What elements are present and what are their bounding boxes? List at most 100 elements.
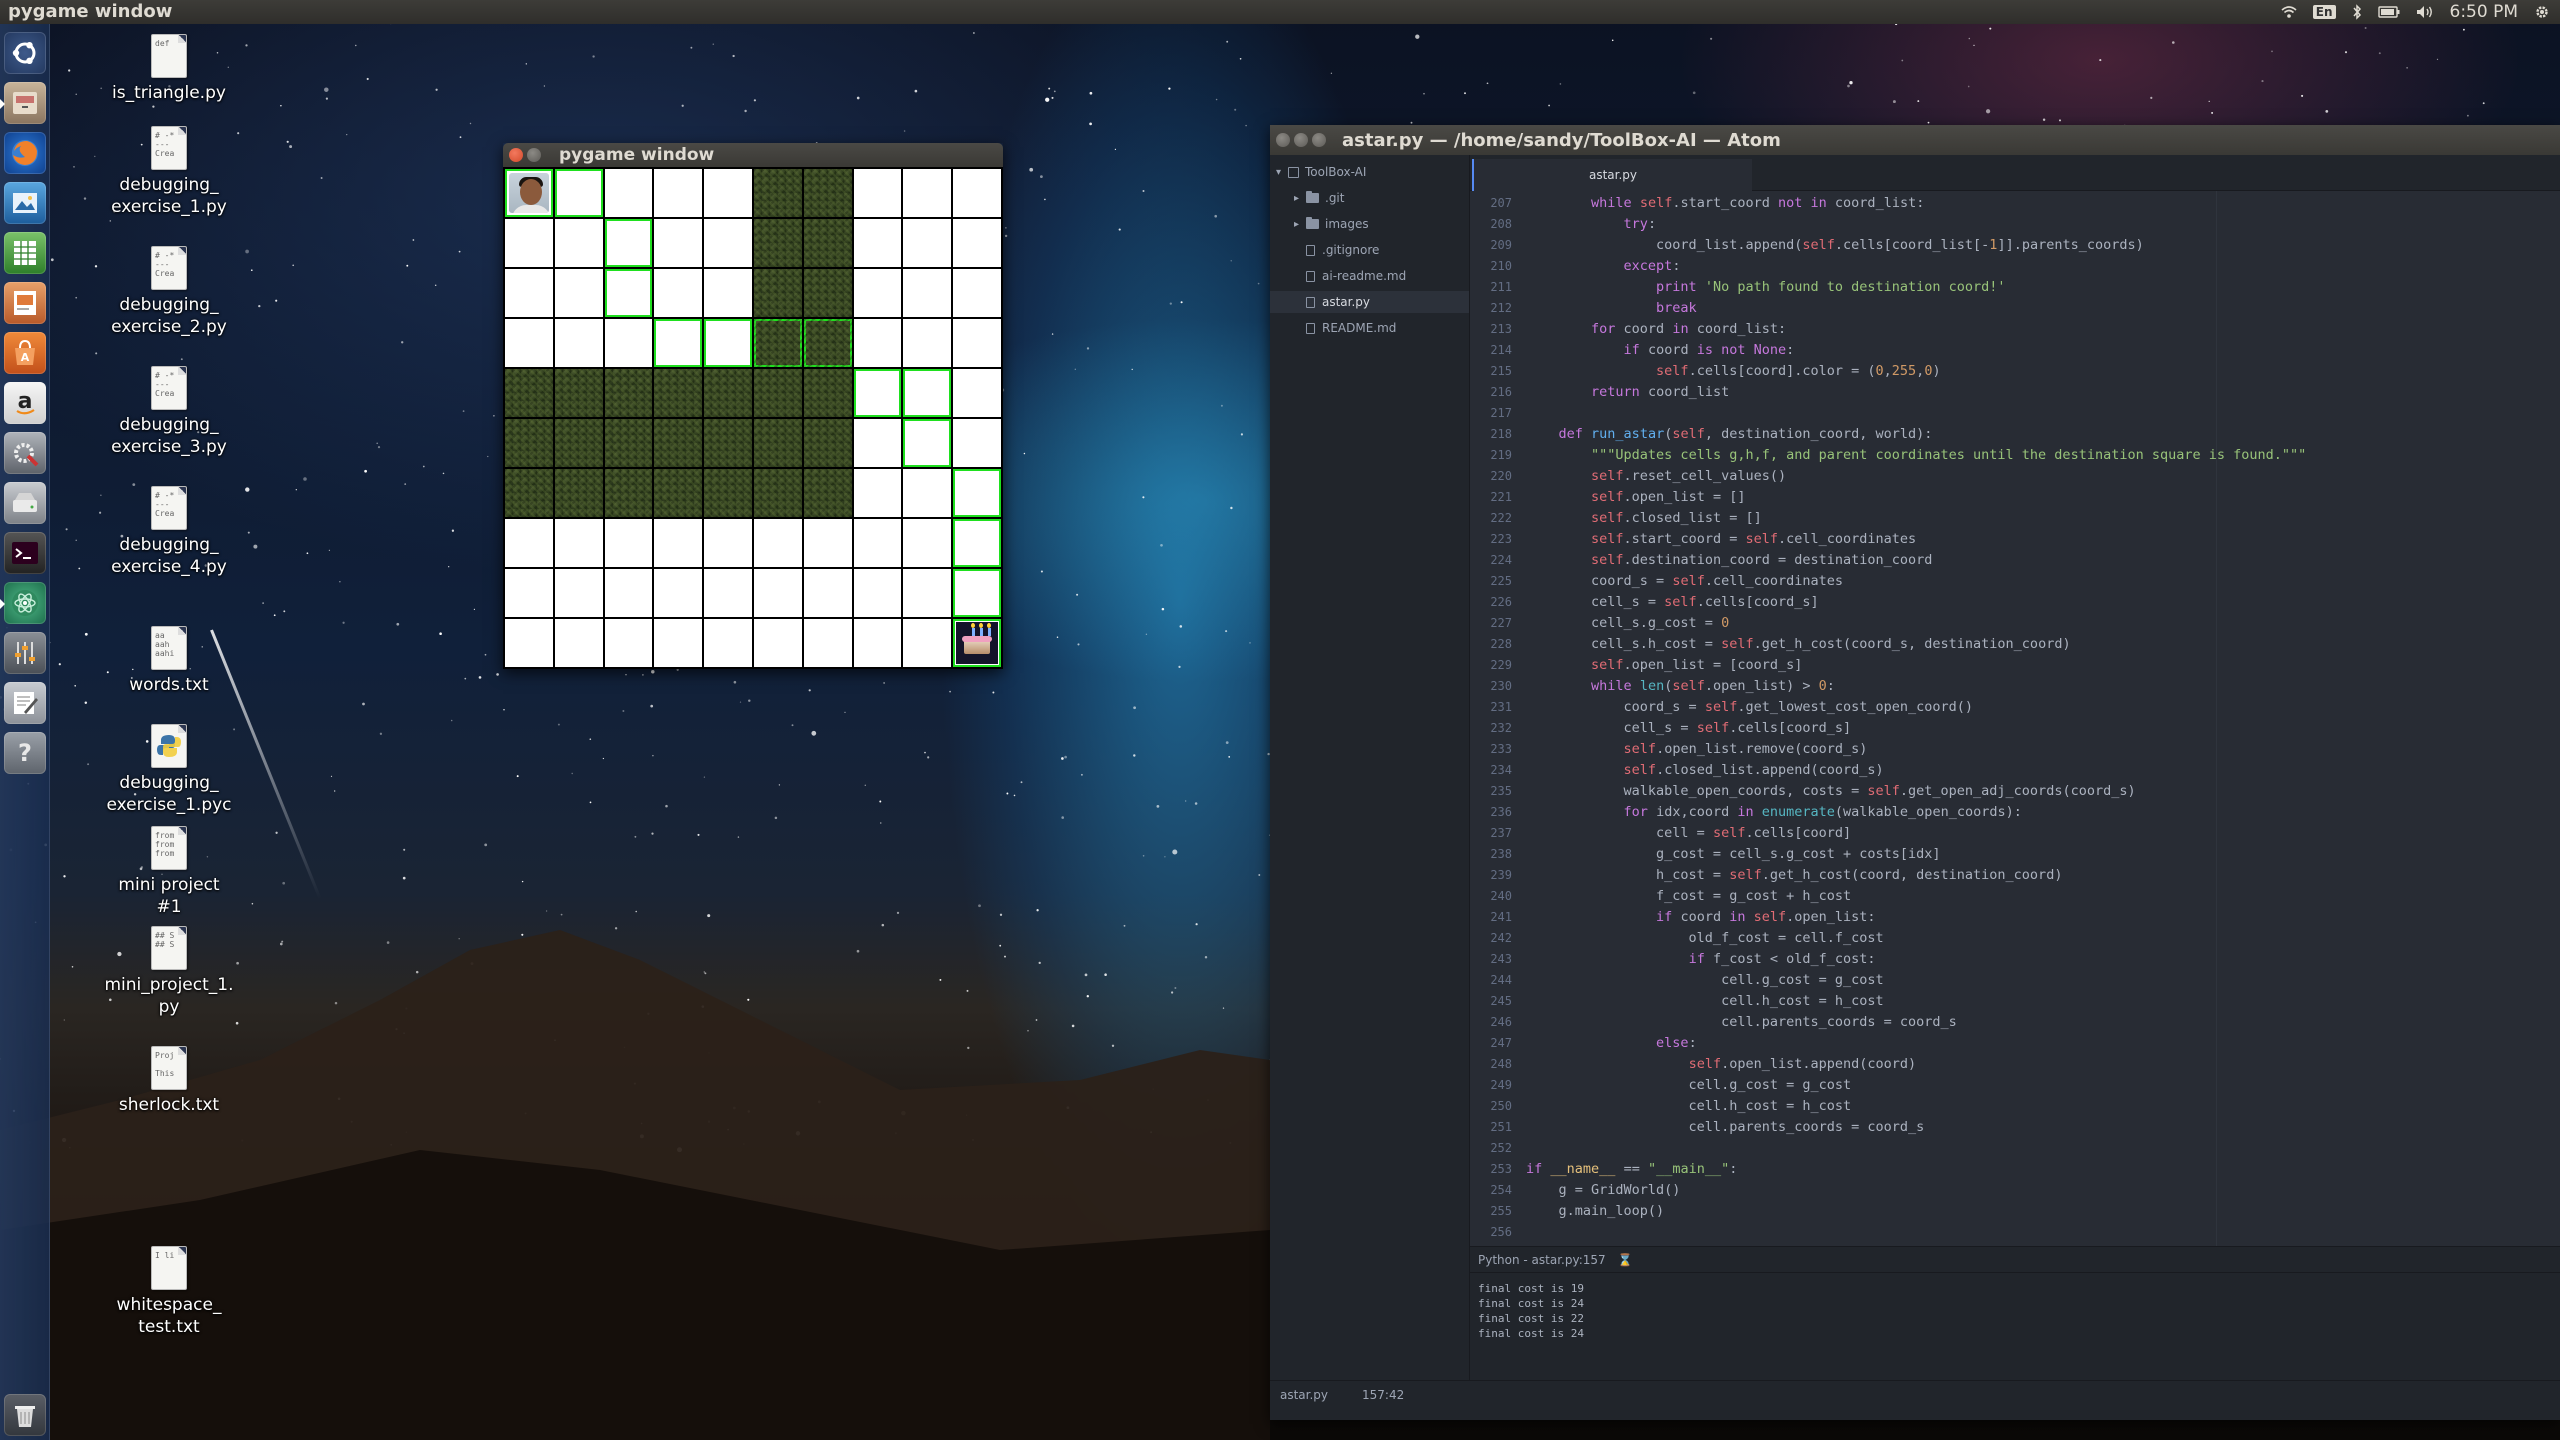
- path-cell[interactable]: [903, 369, 952, 417]
- grid-cell[interactable]: [704, 169, 752, 217]
- tree-item-readme[interactable]: README.md: [1306, 317, 1396, 339]
- code-line[interactable]: coord_s = self.cell_coordinates: [1526, 571, 2560, 592]
- grid-cell[interactable]: [853, 469, 902, 517]
- desktop-file-debugging-exercise-3[interactable]: # -* --- Crea debugging_ exercise_3.py: [104, 366, 234, 458]
- tree-item-gitignore[interactable]: .gitignore: [1306, 239, 1379, 261]
- grid-cell[interactable]: [903, 519, 952, 567]
- window-titlebar[interactable]: astar.py — /home/sandy/ToolBox-AI — Atom: [1270, 125, 2560, 155]
- minimize-button[interactable]: [1294, 133, 1308, 147]
- desktop-file-mini-project-1[interactable]: from from from mini project #1: [104, 826, 234, 918]
- grid-cell[interactable]: [704, 619, 752, 667]
- code-line[interactable]: cell = self.cells[coord]: [1526, 823, 2560, 844]
- wall-cell[interactable]: [654, 369, 703, 417]
- wall-cell[interactable]: [803, 469, 852, 517]
- code-line[interactable]: for coord in coord_list:: [1526, 319, 2560, 340]
- code-line[interactable]: """Updates cells g,h,f, and parent coord…: [1526, 445, 2560, 466]
- wall-cell[interactable]: [554, 419, 603, 467]
- software-center-button[interactable]: A: [4, 332, 46, 374]
- grid-cell[interactable]: [505, 519, 553, 567]
- grid-cell[interactable]: [953, 169, 1001, 217]
- grid-cell[interactable]: [604, 619, 653, 667]
- desktop-file-debugging-exercise-1[interactable]: # -* --- Crea debugging_ exercise_1.py: [104, 126, 234, 218]
- grid-cell[interactable]: [803, 569, 852, 617]
- mixer-button[interactable]: [4, 632, 46, 674]
- grid-cell[interactable]: [853, 569, 902, 617]
- code-line[interactable]: g = GridWorld(): [1526, 1180, 2560, 1201]
- code-line[interactable]: [1526, 1138, 2560, 1159]
- wall-cell[interactable]: [505, 369, 553, 417]
- wall-cell[interactable]: [803, 369, 852, 417]
- code-line[interactable]: while len(self.open_list) > 0:: [1526, 676, 2560, 697]
- code-line[interactable]: self.start_coord = self.cell_coordinates: [1526, 529, 2560, 550]
- grid-cell[interactable]: [554, 519, 603, 567]
- code-line[interactable]: break: [1526, 298, 2560, 319]
- chevron-right-icon[interactable]: ▸: [1294, 219, 1306, 230]
- wall-cell[interactable]: [654, 469, 703, 517]
- wall-cell[interactable]: [753, 469, 802, 517]
- tree-root-toolbox-ai[interactable]: ▾ ToolBox-AI: [1276, 161, 1366, 183]
- code-line[interactable]: cell.parents_coords = coord_s: [1526, 1012, 2560, 1033]
- path-cell[interactable]: [604, 269, 653, 317]
- code-line[interactable]: for idx,coord in enumerate(walkable_open…: [1526, 802, 2560, 823]
- grid-cell[interactable]: [903, 619, 952, 667]
- files-button[interactable]: [4, 82, 46, 124]
- wifi-icon[interactable]: [2281, 5, 2297, 19]
- desktop-file-debugging-exercise-1-pyc[interactable]: debugging_ exercise_1.pyc: [104, 724, 234, 816]
- desktop-file-is-triangle[interactable]: def is_triangle.py: [104, 34, 234, 104]
- wall-cell[interactable]: [753, 319, 802, 367]
- grid-cell[interactable]: [853, 419, 902, 467]
- code-line[interactable]: [1526, 1222, 2560, 1243]
- code-line[interactable]: g_cost = cell_s.g_cost + costs[idx]: [1526, 844, 2560, 865]
- status-file[interactable]: astar.py: [1280, 1388, 1328, 1402]
- wall-cell[interactable]: [604, 419, 653, 467]
- wall-cell[interactable]: [803, 169, 852, 217]
- grid-cell[interactable]: [953, 319, 1001, 367]
- code-line[interactable]: self.open_list = []: [1526, 487, 2560, 508]
- path-cell[interactable]: [953, 469, 1001, 517]
- status-cursor-position[interactable]: 157:42: [1362, 1388, 1404, 1402]
- grid-cell[interactable]: [654, 169, 703, 217]
- grid-cell[interactable]: [953, 369, 1001, 417]
- code-line[interactable]: cell.h_cost = h_cost: [1526, 991, 2560, 1012]
- text-editor-button[interactable]: [4, 682, 46, 724]
- wall-cell[interactable]: [803, 419, 852, 467]
- start-cell[interactable]: [505, 169, 553, 217]
- tree-item-images[interactable]: ▸ images: [1294, 213, 1369, 235]
- grid-cell[interactable]: [554, 569, 603, 617]
- amazon-button[interactable]: a: [4, 382, 46, 424]
- grid-cell[interactable]: [853, 619, 902, 667]
- grid-cell[interactable]: [505, 319, 553, 367]
- grid-cell[interactable]: [853, 319, 902, 367]
- code-line[interactable]: g.main_loop(): [1526, 1201, 2560, 1222]
- wall-cell[interactable]: [554, 469, 603, 517]
- wall-cell[interactable]: [753, 269, 802, 317]
- goal-cell[interactable]: [953, 619, 1001, 667]
- dash-home-button[interactable]: [4, 32, 46, 74]
- grid-cell[interactable]: [604, 519, 653, 567]
- wall-cell[interactable]: [604, 369, 653, 417]
- wall-cell[interactable]: [803, 219, 852, 267]
- code-line[interactable]: f_cost = g_cost + h_cost: [1526, 886, 2560, 907]
- path-cell[interactable]: [903, 419, 952, 467]
- grid-cell[interactable]: [853, 219, 902, 267]
- code-line[interactable]: [1526, 403, 2560, 424]
- path-cell[interactable]: [654, 319, 703, 367]
- help-button[interactable]: ?: [4, 732, 46, 774]
- code-line[interactable]: self.open_list.remove(coord_s): [1526, 739, 2560, 760]
- wall-cell[interactable]: [704, 469, 752, 517]
- code-line[interactable]: return coord_list: [1526, 382, 2560, 403]
- grid-cell[interactable]: [704, 519, 752, 567]
- code-line[interactable]: while self.start_coord not in coord_list…: [1526, 193, 2560, 214]
- wall-cell[interactable]: [803, 319, 852, 367]
- grid-cell[interactable]: [753, 619, 802, 667]
- desktop-file-debugging-exercise-4[interactable]: # -* --- Crea debugging_ exercise_4.py: [104, 486, 234, 578]
- chevron-down-icon[interactable]: ▾: [1276, 167, 1288, 178]
- code-line[interactable]: h_cost = self.get_h_cost(coord, destinat…: [1526, 865, 2560, 886]
- grid-cell[interactable]: [654, 269, 703, 317]
- astar-grid[interactable]: [503, 167, 1003, 669]
- path-cell[interactable]: [704, 319, 752, 367]
- desktop-file-debugging-exercise-2[interactable]: # -* --- Crea debugging_ exercise_2.py: [104, 246, 234, 338]
- grid-cell[interactable]: [654, 519, 703, 567]
- code-line[interactable]: cell_s.h_cost = self.get_h_cost(coord_s,…: [1526, 634, 2560, 655]
- firefox-button[interactable]: [4, 132, 46, 174]
